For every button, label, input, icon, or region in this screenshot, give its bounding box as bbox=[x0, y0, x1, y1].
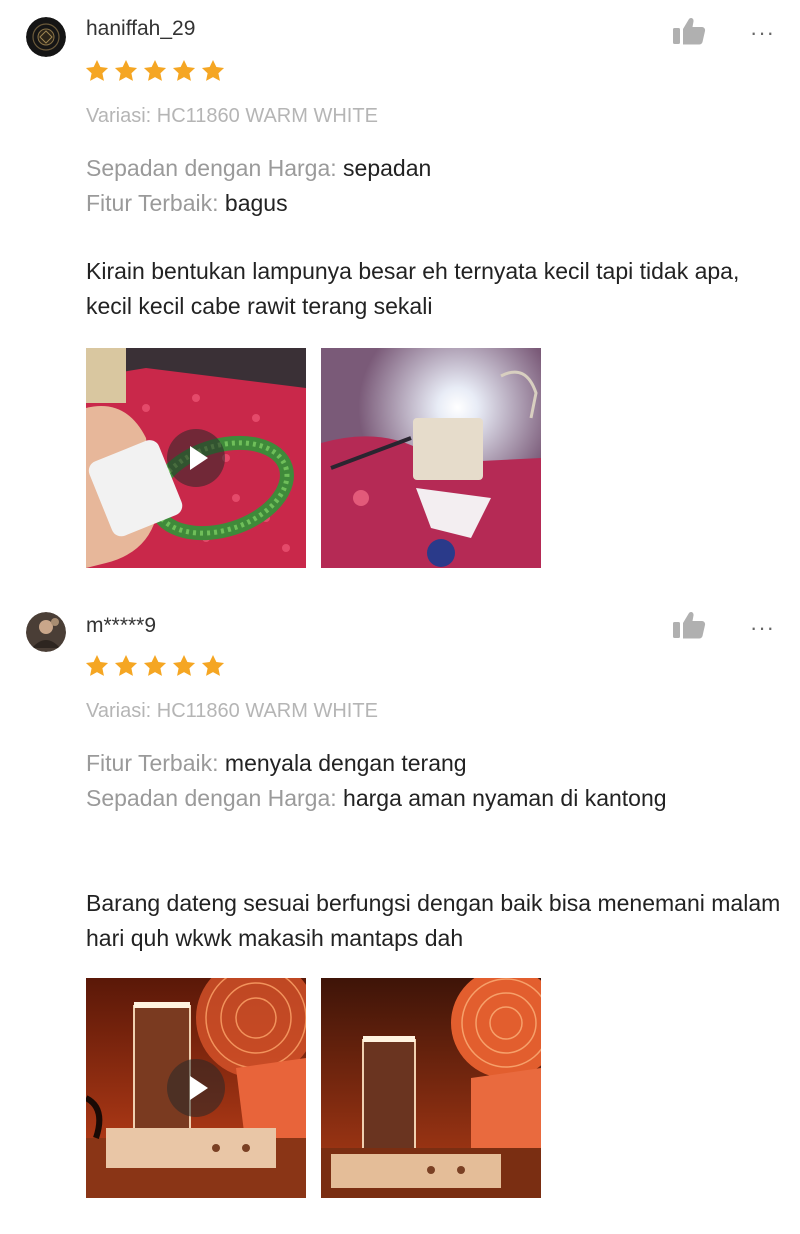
reviewer-name[interactable]: m*****9 bbox=[86, 614, 156, 638]
star-icon bbox=[200, 58, 226, 84]
review-photo[interactable] bbox=[321, 348, 541, 568]
like-icon[interactable] bbox=[672, 16, 706, 46]
attribute-value: sepadan bbox=[343, 155, 432, 181]
play-icon[interactable] bbox=[167, 1059, 225, 1117]
play-icon[interactable] bbox=[167, 429, 225, 487]
review-video-thumbnail[interactable] bbox=[86, 978, 306, 1198]
attribute-label: Fitur Terbaik: bbox=[86, 750, 219, 776]
attribute-row: Fitur Terbaik: bagus bbox=[86, 186, 776, 221]
review-video-thumbnail[interactable] bbox=[86, 348, 306, 568]
review-text: Kirain bentukan lampunya besar eh ternya… bbox=[86, 258, 740, 319]
star-icon bbox=[200, 653, 226, 679]
attribute-label: Sepadan dengan Harga: bbox=[86, 155, 337, 181]
star-icon bbox=[142, 653, 168, 679]
star-icon bbox=[84, 58, 110, 84]
reviewer-name[interactable]: haniffah_29 bbox=[86, 17, 195, 41]
variation-label: Variasi: HC11860 WARM WHITE bbox=[86, 700, 378, 722]
review-text: Barang dateng sesuai berfungsi dengan ba… bbox=[86, 890, 781, 951]
star-icon bbox=[171, 653, 197, 679]
star-icon bbox=[113, 653, 139, 679]
review-card: haniffah_29 ··· Variasi: HC11860 WARM WH… bbox=[0, 0, 800, 590]
star-icon bbox=[171, 58, 197, 84]
star-rating bbox=[84, 58, 226, 84]
avatar[interactable] bbox=[26, 612, 66, 652]
attribute-label: Fitur Terbaik: bbox=[86, 190, 219, 216]
attribute-value: harga aman nyaman di kantong bbox=[343, 785, 667, 811]
review-card: m*****9 ··· Variasi: HC11860 WARM WHITE … bbox=[0, 596, 800, 1226]
review-photo[interactable] bbox=[321, 978, 541, 1198]
attribute-row: Sepadan dengan Harga: sepadan bbox=[86, 151, 776, 186]
attribute-label: Sepadan dengan Harga: bbox=[86, 785, 337, 811]
star-icon bbox=[113, 58, 139, 84]
star-rating bbox=[84, 653, 226, 679]
attribute-row: Fitur Terbaik: menyala dengan terang bbox=[86, 746, 776, 781]
star-icon bbox=[142, 58, 168, 84]
more-dots-icon[interactable]: ··· bbox=[750, 22, 775, 44]
avatar[interactable] bbox=[26, 17, 66, 57]
attribute-row: Sepadan dengan Harga: harga aman nyaman … bbox=[86, 781, 706, 816]
attribute-value: menyala dengan terang bbox=[224, 750, 467, 776]
attribute-value: bagus bbox=[224, 190, 288, 216]
star-icon bbox=[84, 653, 110, 679]
more-dots-icon[interactable]: ··· bbox=[750, 617, 775, 639]
like-icon[interactable] bbox=[672, 610, 706, 640]
variation-label: Variasi: HC11860 WARM WHITE bbox=[86, 105, 378, 127]
